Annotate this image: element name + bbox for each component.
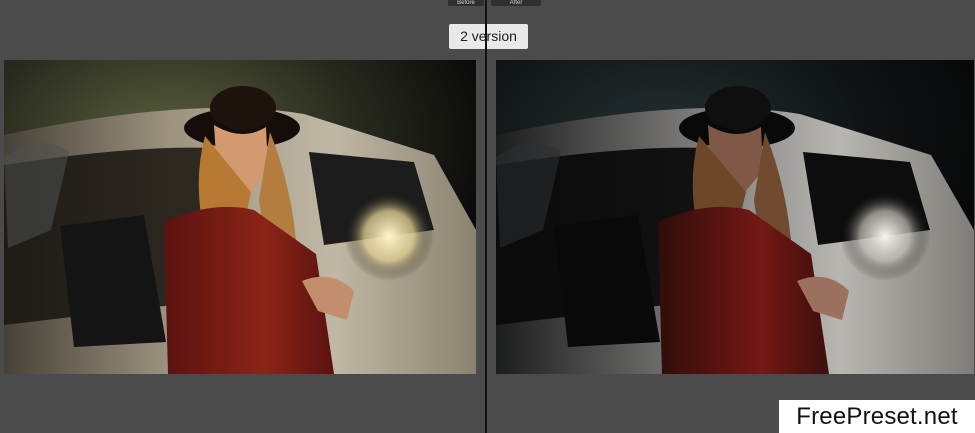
before-photo — [4, 60, 476, 374]
after-tab[interactable]: After — [491, 0, 541, 6]
before-tab[interactable]: Before — [448, 0, 484, 6]
version-badge: 2 version — [449, 24, 528, 49]
comparison-divider[interactable] — [485, 0, 487, 433]
after-photo-illustration — [496, 60, 974, 374]
after-photo — [496, 60, 974, 374]
before-photo-illustration — [4, 60, 476, 374]
before-after-comparison-view: Before After 2 version FreePreset.net — [0, 0, 975, 433]
watermark-logo: FreePreset.net — [779, 400, 975, 433]
